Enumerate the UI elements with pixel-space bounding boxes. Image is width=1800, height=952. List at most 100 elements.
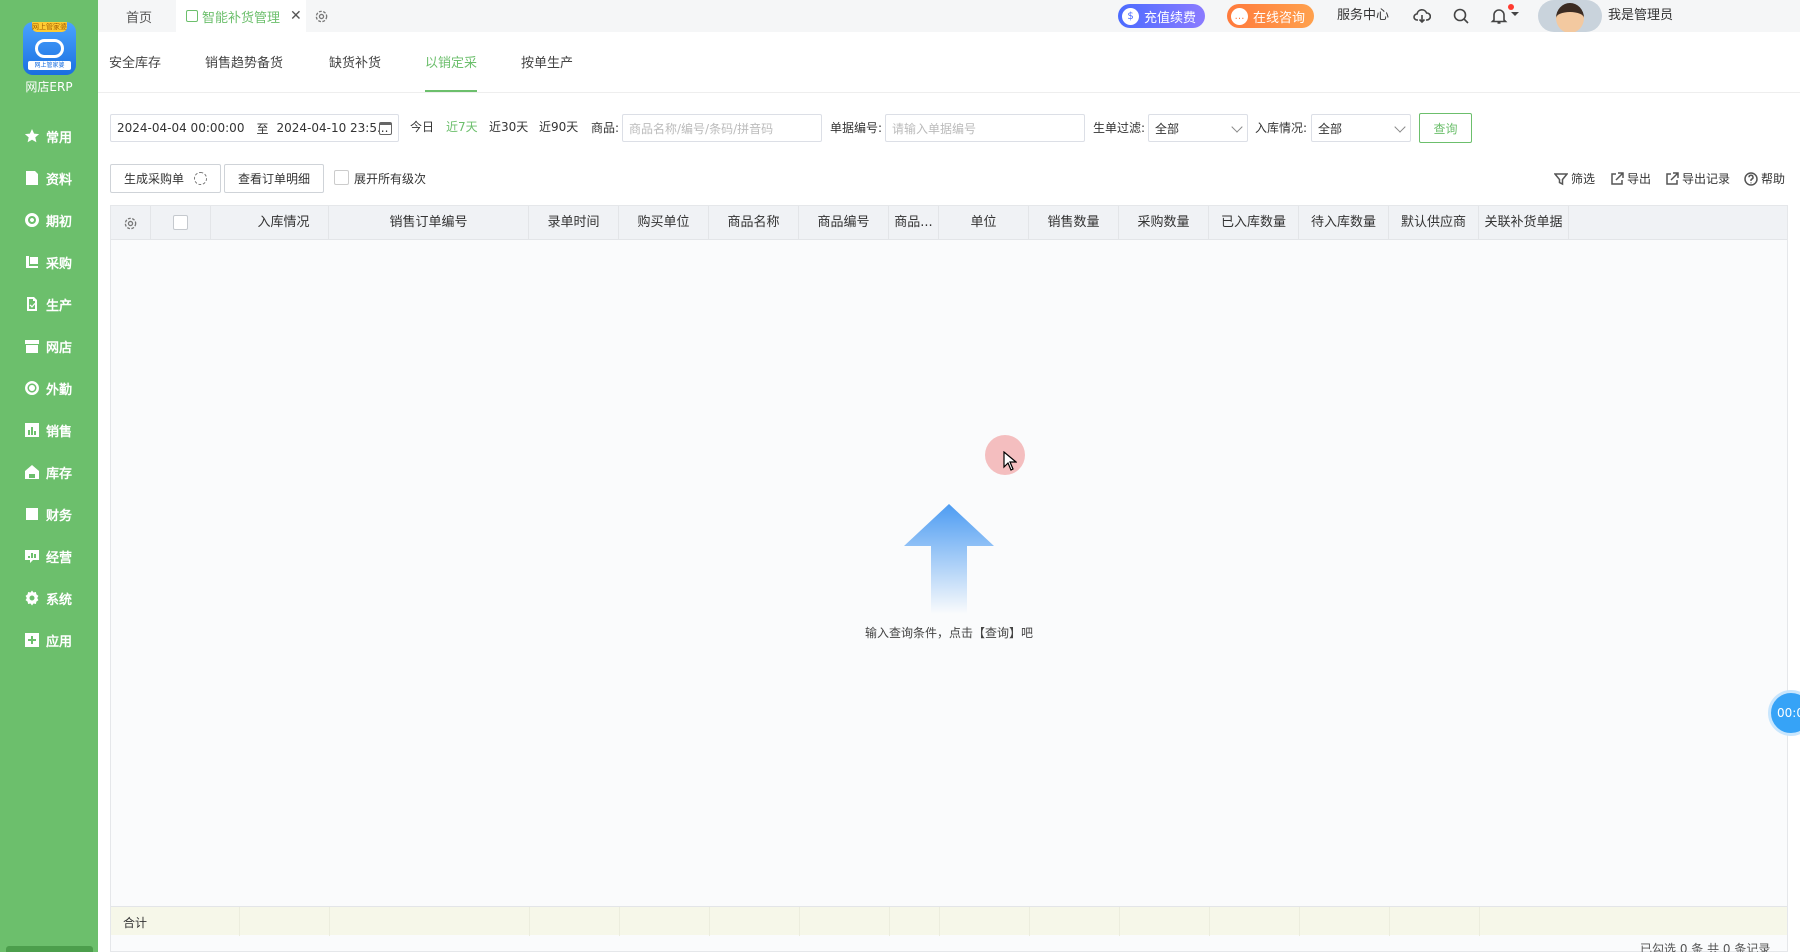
- nav-item-finance[interactable]: 财务: [0, 498, 98, 530]
- online-consult-button[interactable]: … 在线咨询: [1227, 4, 1315, 28]
- col-entry-time[interactable]: 录单时间: [529, 206, 619, 240]
- production-icon: [24, 296, 40, 312]
- nav-item-opening[interactable]: 期初: [0, 204, 98, 236]
- chat-icon: …: [1231, 7, 1248, 25]
- quick-today[interactable]: 今日: [410, 118, 434, 135]
- tab-settings-gear-icon[interactable]: [314, 0, 329, 32]
- nav-label: 采购: [46, 256, 73, 272]
- nav-item-data[interactable]: 资料: [0, 162, 98, 194]
- filter-label: 筛选: [1571, 172, 1596, 186]
- col-sales-order-no[interactable]: 销售订单编号: [329, 206, 529, 240]
- nav-item-business[interactable]: 经营: [0, 540, 98, 572]
- finance-icon: [24, 506, 40, 522]
- system-gear-icon: [24, 590, 40, 606]
- stock-in-select[interactable]: 全部: [1311, 114, 1411, 142]
- nav-label: 库存: [46, 466, 73, 482]
- product-search-input[interactable]: 商品名称/编号/条码/拼音码: [622, 114, 822, 142]
- view-order-details-button[interactable]: 查看订单明细: [224, 164, 325, 193]
- username[interactable]: 我是管理员: [1608, 0, 1673, 32]
- warehouse-icon: [24, 464, 40, 480]
- product-label: 商品:: [591, 121, 620, 135]
- cloud-download-icon[interactable]: [1413, 7, 1432, 25]
- sidebar-collapse-handle[interactable]: [6, 946, 93, 952]
- col-buyer[interactable]: 购买单位: [619, 206, 709, 240]
- nav-label: 经营: [46, 550, 73, 566]
- tab-smart-replenishment[interactable]: 智能补货管理 ✕: [176, 0, 306, 32]
- export-tool[interactable]: 导出: [1610, 170, 1651, 187]
- nav-item-field[interactable]: 外勤: [0, 372, 98, 404]
- date-start[interactable]: 2024-04-04 00:00:00: [117, 121, 244, 135]
- footer-divider: [1029, 907, 1030, 936]
- calendar-icon[interactable]: [379, 122, 392, 135]
- doc-number-input[interactable]: 请输入单据编号: [885, 114, 1085, 142]
- chevron-down-icon: [1231, 121, 1243, 133]
- product-placeholder: 商品名称/编号/条码/拼音码: [629, 121, 774, 136]
- col-sales-qty[interactable]: 销售数量: [1029, 206, 1119, 240]
- gear-icon[interactable]: [194, 172, 208, 185]
- export-icon: [1611, 171, 1624, 185]
- col-received-qty[interactable]: 已入库数量: [1209, 206, 1299, 240]
- chevron-down-icon[interactable]: [1510, 8, 1520, 26]
- logo-badge: 网上管家婆: [32, 22, 67, 32]
- help-icon: [1744, 171, 1758, 186]
- col-product-code[interactable]: 商品编号: [799, 206, 889, 240]
- col-related-doc[interactable]: 关联补货单据: [1479, 206, 1569, 240]
- nav-item-common[interactable]: 常用: [0, 120, 98, 152]
- subtab-safety-stock[interactable]: 安全库存: [109, 52, 161, 80]
- subtab-sales-based-purchase[interactable]: 以销定采: [425, 52, 478, 92]
- service-center-link[interactable]: 服务中心: [1337, 0, 1389, 32]
- store-icon: [24, 338, 40, 354]
- nav-item-system[interactable]: 系统: [0, 582, 98, 614]
- col-default-supplier[interactable]: 默认供应商: [1389, 206, 1479, 240]
- select-all-checkbox[interactable]: [173, 215, 188, 230]
- footer-divider: [329, 907, 330, 936]
- nav-item-store[interactable]: 网店: [0, 330, 98, 362]
- quick-30days[interactable]: 近30天: [489, 118, 528, 135]
- table-footer: 合计: [111, 906, 1787, 936]
- nav-item-apps[interactable]: 应用: [0, 624, 98, 656]
- col-stock-in-status[interactable]: 入库情况: [239, 206, 329, 240]
- nav-item-sales[interactable]: 销售: [0, 414, 98, 446]
- subtab-order-production[interactable]: 按单生产: [521, 52, 573, 80]
- query-button[interactable]: 查询: [1419, 113, 1472, 143]
- tab-home[interactable]: 首页: [126, 0, 152, 32]
- nav-item-purchase[interactable]: 采购: [0, 246, 98, 278]
- app-logo[interactable]: 网上管家婆 网上管家婆: [23, 22, 76, 75]
- search-icon[interactable]: [1452, 7, 1470, 25]
- expand-all-checkbox[interactable]: [334, 170, 349, 185]
- col-pending-qty[interactable]: 待入库数量: [1299, 206, 1389, 240]
- generate-po-button[interactable]: 生成采购单: [110, 164, 222, 193]
- export-log-tool[interactable]: 导出记录: [1665, 170, 1730, 187]
- help-tool[interactable]: 帮助: [1744, 170, 1785, 187]
- footer-divider: [709, 907, 710, 936]
- gen-filter-select[interactable]: 全部: [1148, 114, 1248, 142]
- bell-icon[interactable]: [1490, 7, 1508, 25]
- avatar[interactable]: [1538, 0, 1602, 32]
- col-purchase-qty[interactable]: 采购数量: [1119, 206, 1209, 240]
- footer-divider: [529, 907, 530, 936]
- footer-divider: [239, 907, 240, 936]
- col-product-other[interactable]: 商品...: [889, 206, 939, 240]
- expand-all-label[interactable]: 展开所有级次: [354, 170, 426, 187]
- recharge-button[interactable]: $ 充值续费: [1118, 4, 1206, 28]
- footer-divider: [1119, 907, 1120, 936]
- cloud-icon: [35, 39, 64, 58]
- footer-divider: [939, 907, 940, 936]
- purchase-icon: [24, 254, 40, 270]
- close-icon[interactable]: ✕: [290, 8, 302, 24]
- quick-7days[interactable]: 近7天: [446, 118, 478, 135]
- nav-item-inventory[interactable]: 库存: [0, 456, 98, 488]
- sales-chart-icon: [24, 422, 40, 438]
- col-unit[interactable]: 单位: [939, 206, 1029, 240]
- filter-tool[interactable]: 筛选: [1554, 170, 1595, 187]
- quick-90days[interactable]: 近90天: [539, 118, 578, 135]
- date-range-picker[interactable]: 2024-04-04 00:00:00 至 2024-04-10 23:5...: [110, 114, 399, 142]
- column-settings-gear-icon[interactable]: [111, 206, 151, 240]
- nav-item-production[interactable]: 生产: [0, 288, 98, 320]
- subtab-sales-trend[interactable]: 销售趋势备货: [205, 52, 283, 80]
- date-end[interactable]: 2024-04-10 23:5...: [276, 121, 388, 135]
- export-log-icon: [1666, 171, 1679, 185]
- subtab-shortage[interactable]: 缺货补货: [329, 52, 381, 80]
- footer-divider: [799, 907, 800, 936]
- col-product-name[interactable]: 商品名称: [709, 206, 799, 240]
